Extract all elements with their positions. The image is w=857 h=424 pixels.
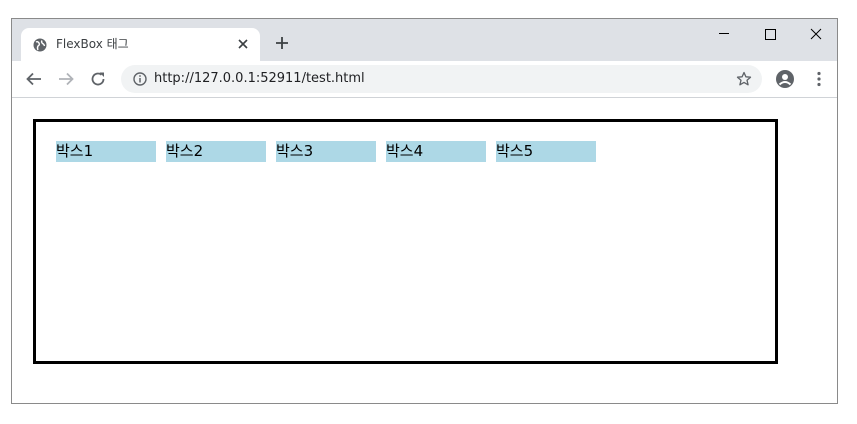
maximize-icon[interactable] xyxy=(755,23,785,47)
minimize-icon[interactable] xyxy=(709,23,739,47)
flex-box-2: 박스2 xyxy=(166,141,266,162)
info-icon[interactable] xyxy=(133,72,147,86)
title-bar: FlexBox 태그 xyxy=(12,19,837,61)
back-arrow-icon[interactable] xyxy=(25,70,43,88)
new-tab-icon[interactable] xyxy=(275,36,289,50)
address-bar[interactable]: http://127.0.0.1:52911/test.html xyxy=(121,65,762,93)
globe-icon xyxy=(33,38,47,52)
profile-icon[interactable] xyxy=(775,69,795,89)
flex-box-1: 박스1 xyxy=(56,141,156,162)
forward-arrow-icon[interactable] xyxy=(57,70,75,88)
tab-title: FlexBox 태그 xyxy=(56,37,129,51)
star-icon[interactable] xyxy=(736,71,752,87)
page-viewport: 박스1 박스2 박스3 박스4 박스5 xyxy=(12,98,837,403)
browser-toolbar: http://127.0.0.1:52911/test.html xyxy=(12,61,837,98)
flex-box-3: 박스3 xyxy=(276,141,376,162)
kebab-menu-icon[interactable] xyxy=(810,70,828,88)
flex-box-5: 박스5 xyxy=(496,141,596,162)
browser-window: FlexBox 태그 http://127.0.0.1:52911/test.h… xyxy=(11,18,838,404)
url-text[interactable]: http://127.0.0.1:52911/test.html xyxy=(154,71,365,87)
reload-icon[interactable] xyxy=(89,70,107,88)
tab-close-icon[interactable] xyxy=(237,38,249,50)
close-icon[interactable] xyxy=(801,23,831,47)
flex-container: 박스1 박스2 박스3 박스4 박스5 xyxy=(33,119,778,364)
browser-tab[interactable]: FlexBox 태그 xyxy=(21,28,260,61)
flex-box-4: 박스4 xyxy=(386,141,486,162)
